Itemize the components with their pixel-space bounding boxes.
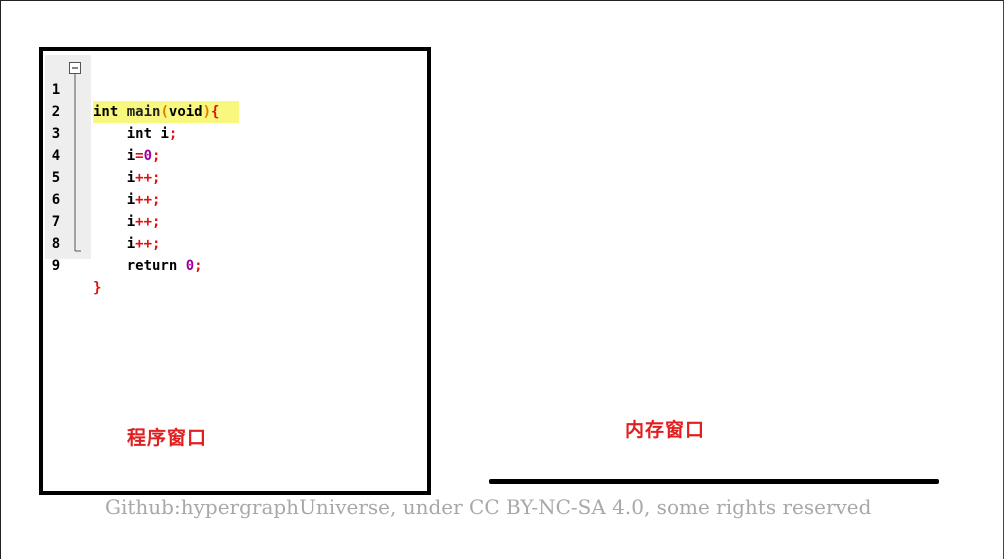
code-text: int i; bbox=[93, 123, 178, 145]
identifier: i bbox=[126, 192, 136, 208]
semicolon: ; bbox=[152, 214, 161, 230]
operator: ++ bbox=[135, 170, 153, 186]
operator: ++ bbox=[135, 236, 153, 252]
number: 0 bbox=[143, 148, 153, 164]
code-text: int main(void){ bbox=[93, 101, 240, 123]
operator: = bbox=[135, 148, 144, 164]
code-text: } bbox=[93, 277, 101, 299]
code-line-6[interactable]: 6 i++; bbox=[43, 167, 161, 230]
semicolon: ; bbox=[168, 126, 178, 142]
keyword: int bbox=[126, 126, 153, 142]
identifier: i bbox=[160, 126, 169, 142]
code-text: i++; bbox=[93, 211, 161, 233]
code-text: i++; bbox=[93, 167, 161, 189]
keyword: int bbox=[93, 104, 119, 120]
code-line-7[interactable]: 7 i++; bbox=[43, 189, 161, 252]
line-number: 9 bbox=[51, 258, 61, 274]
operator: ++ bbox=[135, 214, 153, 230]
keyword-arg: void bbox=[168, 104, 203, 120]
operator: ++ bbox=[135, 192, 153, 208]
code-line-8[interactable]: 8 return 0; bbox=[43, 211, 203, 274]
semicolon: ; bbox=[152, 236, 161, 252]
semicolon: ; bbox=[194, 258, 203, 274]
code-line-1[interactable]: 1 int main(void){ bbox=[43, 57, 240, 123]
identifier: i bbox=[126, 148, 136, 164]
paren-open: ( bbox=[160, 104, 169, 120]
code-line-2[interactable]: 2 int i; bbox=[43, 79, 178, 142]
code-line-5[interactable]: 5 i++; bbox=[43, 145, 161, 208]
program-window-label: 程序窗口 bbox=[127, 427, 208, 449]
brace-close: } bbox=[93, 280, 102, 296]
code-text: i++; bbox=[93, 233, 161, 255]
code-text: i=0; bbox=[93, 145, 161, 167]
paren-close: ) bbox=[202, 104, 212, 120]
function-name: main bbox=[126, 104, 161, 120]
canvas-frame: 1 int main(void){ 2 int i; 3 i=0; 4 i++;… bbox=[0, 0, 1004, 559]
memory-baseline bbox=[489, 479, 939, 484]
identifier: i bbox=[126, 214, 136, 230]
program-window: 1 int main(void){ 2 int i; 3 i=0; 4 i++;… bbox=[39, 47, 431, 495]
license-footer: Github:hypergraphUniverse, under CC BY-N… bbox=[105, 495, 872, 519]
code-text: return 0; bbox=[93, 255, 203, 277]
identifier: i bbox=[126, 170, 136, 186]
number: 0 bbox=[185, 258, 195, 274]
memory-window-label: 内存窗口 bbox=[625, 419, 706, 441]
semicolon: ; bbox=[152, 148, 161, 164]
code-text: i++; bbox=[93, 189, 161, 211]
code-line-3[interactable]: 3 i=0; bbox=[43, 101, 161, 164]
code-line-4[interactable]: 4 i++; bbox=[43, 123, 161, 186]
identifier: i bbox=[126, 236, 136, 252]
semicolon: ; bbox=[152, 170, 161, 186]
keyword: return bbox=[126, 258, 178, 274]
code-line-9[interactable]: 9 } bbox=[43, 233, 102, 296]
brace-open: { bbox=[211, 104, 220, 120]
semicolon: ; bbox=[152, 192, 161, 208]
